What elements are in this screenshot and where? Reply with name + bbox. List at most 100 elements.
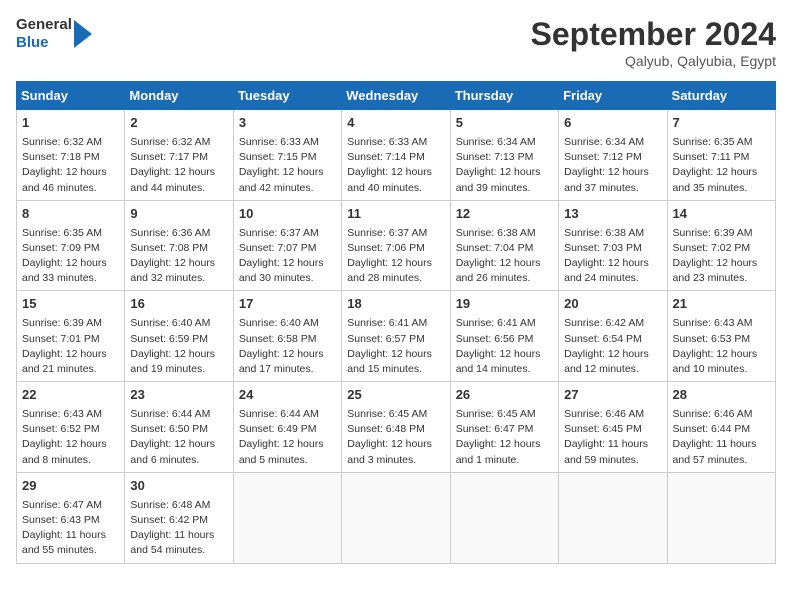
calendar-header-row: SundayMondayTuesdayWednesdayThursdayFrid… — [17, 82, 776, 110]
table-row: 17Sunrise: 6:40 AMSunset: 6:58 PMDayligh… — [233, 291, 341, 382]
header-wednesday: Wednesday — [342, 82, 450, 110]
table-row: 5Sunrise: 6:34 AMSunset: 7:13 PMDaylight… — [450, 110, 558, 201]
day-info: Sunset: 7:12 PM — [564, 150, 661, 165]
day-info: Sunrise: 6:34 AM — [564, 135, 661, 150]
title-area: September 2024 Qalyub, Qalyubia, Egypt — [531, 16, 776, 69]
table-row — [233, 472, 341, 563]
day-info: and 3 minutes. — [347, 453, 444, 468]
day-number: 22 — [22, 386, 119, 405]
day-info: Sunrise: 6:32 AM — [22, 135, 119, 150]
table-row: 4Sunrise: 6:33 AMSunset: 7:14 PMDaylight… — [342, 110, 450, 201]
day-info: Sunrise: 6:39 AM — [22, 316, 119, 331]
day-info: Sunset: 6:52 PM — [22, 422, 119, 437]
day-info: Sunrise: 6:45 AM — [456, 407, 553, 422]
day-info: Daylight: 11 hours — [673, 437, 770, 452]
day-info: Daylight: 12 hours — [456, 165, 553, 180]
day-info: Sunset: 6:50 PM — [130, 422, 227, 437]
day-number: 4 — [347, 114, 444, 133]
table-row: 10Sunrise: 6:37 AMSunset: 7:07 PMDayligh… — [233, 200, 341, 291]
day-info: and 55 minutes. — [22, 543, 119, 558]
day-info: Sunset: 7:17 PM — [130, 150, 227, 165]
day-info: and 39 minutes. — [456, 181, 553, 196]
table-row: 25Sunrise: 6:45 AMSunset: 6:48 PMDayligh… — [342, 382, 450, 473]
day-info: Sunrise: 6:38 AM — [456, 226, 553, 241]
day-info: and 44 minutes. — [130, 181, 227, 196]
header-tuesday: Tuesday — [233, 82, 341, 110]
day-info: and 23 minutes. — [673, 271, 770, 286]
day-info: Sunset: 7:15 PM — [239, 150, 336, 165]
day-info: Sunset: 7:08 PM — [130, 241, 227, 256]
day-info: Sunrise: 6:37 AM — [239, 226, 336, 241]
table-row: 12Sunrise: 6:38 AMSunset: 7:04 PMDayligh… — [450, 200, 558, 291]
day-info: Sunset: 6:47 PM — [456, 422, 553, 437]
table-row: 21Sunrise: 6:43 AMSunset: 6:53 PMDayligh… — [667, 291, 775, 382]
day-info: Sunrise: 6:40 AM — [239, 316, 336, 331]
table-row: 23Sunrise: 6:44 AMSunset: 6:50 PMDayligh… — [125, 382, 233, 473]
day-number: 3 — [239, 114, 336, 133]
table-row: 7Sunrise: 6:35 AMSunset: 7:11 PMDaylight… — [667, 110, 775, 201]
day-number: 7 — [673, 114, 770, 133]
table-row: 6 Sunrise: 6:34 AMSunset: 7:12 PMDaylight… — [559, 110, 667, 201]
day-info: and 32 minutes. — [130, 271, 227, 286]
day-info: Sunrise: 6:43 AM — [673, 316, 770, 331]
day-info: and 10 minutes. — [673, 362, 770, 377]
day-number: 6 — [564, 114, 661, 133]
day-info: and 15 minutes. — [347, 362, 444, 377]
day-info: and 57 minutes. — [673, 453, 770, 468]
logo-general-text: General — [16, 16, 72, 34]
day-info: Sunset: 7:02 PM — [673, 241, 770, 256]
table-row — [450, 472, 558, 563]
day-info: Sunset: 6:44 PM — [673, 422, 770, 437]
day-info: Daylight: 12 hours — [239, 347, 336, 362]
day-info: and 17 minutes. — [239, 362, 336, 377]
day-info: Daylight: 12 hours — [347, 437, 444, 452]
day-info: Daylight: 12 hours — [347, 347, 444, 362]
table-row — [342, 472, 450, 563]
location: Qalyub, Qalyubia, Egypt — [531, 53, 776, 69]
day-info: Daylight: 12 hours — [130, 437, 227, 452]
day-info: Sunset: 7:07 PM — [239, 241, 336, 256]
day-info: Sunrise: 6:48 AM — [130, 498, 227, 513]
day-number: 23 — [130, 386, 227, 405]
day-info: Sunset: 6:56 PM — [456, 332, 553, 347]
day-info: Daylight: 12 hours — [564, 347, 661, 362]
table-row: 19Sunrise: 6:41 AMSunset: 6:56 PMDayligh… — [450, 291, 558, 382]
day-info: Daylight: 12 hours — [673, 165, 770, 180]
week-row-1: 1Sunrise: 6:32 AMSunset: 7:18 PMDaylight… — [17, 110, 776, 201]
day-number: 15 — [22, 295, 119, 314]
day-info: Daylight: 12 hours — [22, 256, 119, 271]
week-row-3: 15Sunrise: 6:39 AMSunset: 7:01 PMDayligh… — [17, 291, 776, 382]
table-row: 30Sunrise: 6:48 AMSunset: 6:42 PMDayligh… — [125, 472, 233, 563]
table-row — [667, 472, 775, 563]
day-number: 28 — [673, 386, 770, 405]
day-number: 13 — [564, 205, 661, 224]
day-info: Daylight: 12 hours — [564, 165, 661, 180]
logo-arrow-icon — [74, 20, 92, 48]
day-info: and 42 minutes. — [239, 181, 336, 196]
header-friday: Friday — [559, 82, 667, 110]
day-info: Daylight: 12 hours — [239, 165, 336, 180]
table-row: 11Sunrise: 6:37 AMSunset: 7:06 PMDayligh… — [342, 200, 450, 291]
day-info: Daylight: 12 hours — [347, 256, 444, 271]
day-info: and 37 minutes. — [564, 181, 661, 196]
day-number: 19 — [456, 295, 553, 314]
day-info: Sunset: 6:49 PM — [239, 422, 336, 437]
day-info: Daylight: 12 hours — [130, 165, 227, 180]
day-info: Sunrise: 6:32 AM — [130, 135, 227, 150]
day-info: Sunset: 7:04 PM — [456, 241, 553, 256]
day-number: 16 — [130, 295, 227, 314]
table-row: 9Sunrise: 6:36 AMSunset: 7:08 PMDaylight… — [125, 200, 233, 291]
day-number: 11 — [347, 205, 444, 224]
day-number: 25 — [347, 386, 444, 405]
day-info: and 59 minutes. — [564, 453, 661, 468]
week-row-2: 8Sunrise: 6:35 AMSunset: 7:09 PMDaylight… — [17, 200, 776, 291]
day-info: Sunrise: 6:33 AM — [239, 135, 336, 150]
day-info: and 54 minutes. — [130, 543, 227, 558]
day-info: Daylight: 12 hours — [673, 256, 770, 271]
day-number: 18 — [347, 295, 444, 314]
day-info: Sunset: 6:59 PM — [130, 332, 227, 347]
day-info: Sunrise: 6:40 AM — [130, 316, 227, 331]
day-info: Sunrise: 6:35 AM — [22, 226, 119, 241]
day-info: Sunrise: 6:35 AM — [673, 135, 770, 150]
day-info: Sunrise: 6:45 AM — [347, 407, 444, 422]
